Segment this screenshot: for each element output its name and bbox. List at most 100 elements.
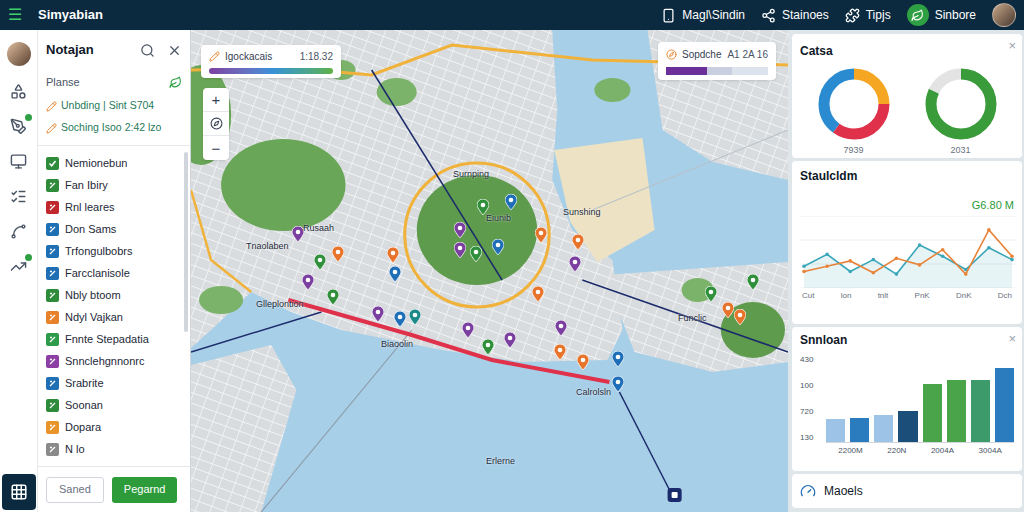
top-action[interactable]: Magl\Sindin — [661, 6, 745, 24]
map-pin-icon[interactable] — [387, 247, 399, 263]
map-pin-icon[interactable] — [389, 266, 401, 282]
status-button[interactable]: Sinbore — [907, 4, 976, 26]
map-pin-icon[interactable] — [394, 311, 406, 327]
layer-item[interactable]: Nbly btoom — [38, 284, 182, 306]
compass-button[interactable] — [203, 112, 229, 136]
pencil-icon — [46, 101, 57, 112]
layer-item[interactable]: Fnnte Stepadatia — [38, 328, 182, 350]
card-close[interactable]: × — [1008, 36, 1016, 56]
bar — [826, 419, 845, 442]
bar — [923, 384, 942, 442]
layer-icon — [48, 445, 57, 454]
plan-entry[interactable]: Unbding | Sint S704 — [38, 95, 190, 117]
zoom-in-button[interactable]: + — [203, 88, 229, 112]
layer-checkbox[interactable] — [46, 179, 59, 192]
rail-button[interactable] — [9, 256, 29, 276]
map-pin-icon[interactable] — [572, 234, 584, 250]
top-action[interactable]: Tipjs — [845, 6, 891, 24]
scale-icon — [666, 49, 677, 60]
map-canvas[interactable] — [191, 30, 788, 512]
map-pin-icon[interactable] — [577, 354, 589, 370]
card-close[interactable]: × — [1008, 329, 1016, 349]
zoom-out-button[interactable]: − — [203, 136, 229, 160]
map-pin-icon[interactable] — [555, 320, 567, 336]
rail-button[interactable] — [9, 186, 29, 206]
layer-item[interactable]: Rnl leares — [38, 196, 182, 218]
map-pin-icon[interactable] — [314, 254, 326, 270]
models-card[interactable]: Maoels — [792, 474, 1022, 508]
layer-checkbox[interactable] — [46, 399, 59, 412]
layer-checkbox[interactable] — [46, 355, 59, 368]
layer-item[interactable]: Farcclanisole — [38, 262, 182, 284]
search-icon[interactable] — [140, 43, 155, 58]
layer-item[interactable]: Don Sams — [38, 218, 182, 240]
plan-entry[interactable]: Soching Isoo 2:42 lzo — [38, 117, 190, 139]
layer-item[interactable]: Dopara — [38, 416, 182, 438]
primary-button[interactable]: Pegarnd — [112, 477, 178, 503]
map-pin-icon[interactable] — [734, 309, 746, 325]
top-action[interactable]: Stainoes — [761, 6, 829, 24]
layer-item[interactable]: Snnclehgnnonrc — [38, 350, 182, 372]
map-pin-icon[interactable] — [332, 246, 344, 262]
layer-item[interactable]: Soonan — [38, 394, 182, 416]
map-pin-icon[interactable] — [482, 339, 494, 355]
rail-button[interactable] — [9, 221, 29, 241]
apps-button[interactable] — [2, 474, 36, 510]
map-pin-icon[interactable] — [532, 286, 544, 302]
map-pin-icon[interactable] — [470, 246, 482, 262]
layer-item[interactable]: Nemionebun — [38, 152, 182, 174]
map-pin-icon[interactable] — [554, 344, 566, 360]
layer-checkbox[interactable] — [46, 311, 59, 324]
close-icon[interactable] — [167, 43, 182, 58]
map-pin-icon[interactable] — [747, 274, 759, 290]
compass-icon — [210, 117, 223, 130]
layer-checkbox[interactable] — [46, 201, 59, 214]
map-pin-icon[interactable] — [492, 239, 504, 255]
layer-checkbox[interactable] — [46, 443, 59, 456]
map-pin-icon[interactable] — [409, 309, 421, 325]
layer-item[interactable]: N lo — [38, 438, 182, 460]
map-pin-icon[interactable] — [462, 322, 474, 338]
layer-checkbox[interactable] — [46, 421, 59, 434]
menu-button[interactable]: ☰ — [8, 7, 22, 23]
layer-list: NemionebunFan IbiryRnl learesDon SamsTrf… — [38, 152, 190, 466]
panel-footer: Saned Pegarnd — [38, 466, 190, 512]
card-title: Snnloan — [800, 331, 1014, 349]
layer-item[interactable]: Srabrite — [38, 372, 182, 394]
map-pin-icon[interactable] — [454, 222, 466, 238]
layer-item[interactable]: Trfongulbobrs — [38, 240, 182, 262]
map-pin-icon[interactable] — [302, 274, 314, 290]
map-pin-icon[interactable] — [569, 256, 581, 272]
layer-item[interactable]: Ndyl Vajkan — [38, 306, 182, 328]
map-pin-icon[interactable] — [535, 227, 547, 243]
rail-button[interactable] — [9, 116, 29, 136]
layer-checkbox[interactable] — [46, 333, 59, 346]
layer-checkbox[interactable] — [46, 377, 59, 390]
layer-item[interactable]: Fan Ibiry — [38, 174, 182, 196]
grid-icon — [10, 483, 28, 501]
layer-checkbox[interactable] — [46, 157, 59, 170]
map-pin-icon[interactable] — [292, 226, 304, 242]
top-bar: ☰SimyabianMagl\SindinStainoesTipjsSinbor… — [0, 0, 1024, 30]
layer-checkbox[interactable] — [46, 267, 59, 280]
map-pin-icon[interactable] — [505, 194, 517, 210]
map-pin-icon[interactable] — [722, 302, 734, 318]
user-avatar[interactable] — [992, 3, 1016, 27]
rail-button[interactable] — [9, 81, 29, 101]
map-pin-icon[interactable] — [477, 199, 489, 215]
layer-checkbox[interactable] — [46, 223, 59, 236]
map-pin-icon[interactable] — [454, 242, 466, 258]
map-pin-icon[interactable] — [705, 286, 717, 302]
map-pin-icon[interactable] — [372, 306, 384, 322]
map-pin-icon[interactable] — [612, 351, 624, 367]
map[interactable]: SurnpingSunshingTnaolabenRusaahEiunibGll… — [191, 30, 788, 512]
map-pin-icon[interactable] — [612, 376, 624, 392]
secondary-button[interactable]: Saned — [46, 477, 104, 503]
rail-button[interactable] — [9, 151, 29, 171]
scrollbar[interactable] — [184, 152, 188, 332]
rail-avatar[interactable] — [7, 42, 31, 66]
layer-checkbox[interactable] — [46, 245, 59, 258]
layer-checkbox[interactable] — [46, 289, 59, 302]
map-pin-icon[interactable] — [504, 332, 516, 348]
map-pin-icon[interactable] — [327, 289, 339, 305]
